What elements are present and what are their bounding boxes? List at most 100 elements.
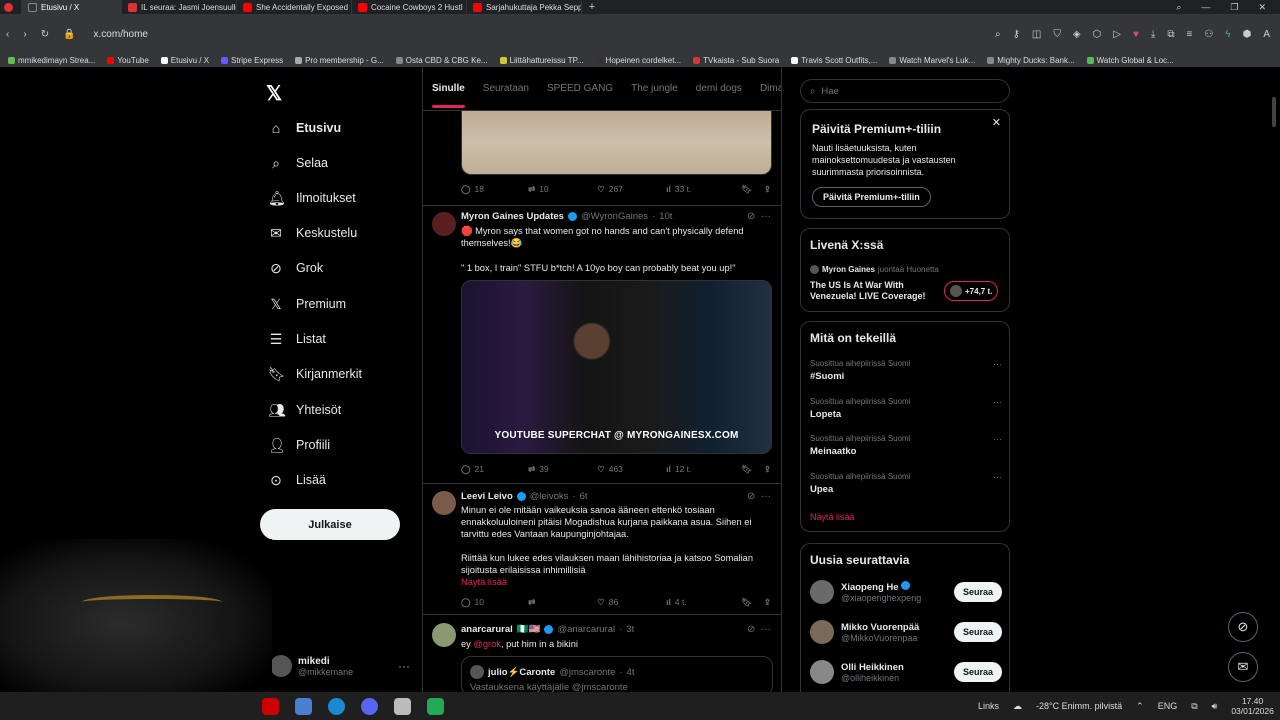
tab-for-you[interactable]: Sinulle	[432, 83, 465, 108]
more-dots-icon[interactable]: ···	[993, 359, 1002, 369]
nav-item-notifications[interactable]: 🔔︎ Ilmoitukset	[268, 186, 356, 210]
scrollbar[interactable]	[1272, 97, 1276, 127]
new-tab-plus-icon[interactable]: +	[582, 1, 602, 13]
browser-tab-youtube-2[interactable]: Cocaine Cowboys 2 Hustl	[352, 0, 467, 14]
browser-tab-youtube-3[interactable]: Sarjahukuttaja Pekka Sepp	[467, 0, 582, 14]
account-switcher[interactable]: mikedi @mikkemane ···	[270, 651, 410, 681]
browser-tab-il[interactable]: IL seuraa: Jasmi Joensuulle	[122, 0, 237, 14]
bookmark-item[interactable]: Watch Global & Loc...	[1086, 56, 1174, 65]
tab-dimas[interactable]: Dima's Di	[760, 83, 781, 94]
bookmark-item[interactable]: Travis Scott Outfits,...	[791, 56, 877, 65]
quoted-tweet[interactable]: julio⚡Caronte @jmscaronte · 4t Vastaukse…	[461, 656, 773, 692]
profile-icon[interactable]: ⚇	[1204, 29, 1213, 40]
bookmark-item[interactable]: Pro membership - G...	[295, 56, 384, 65]
like-button[interactable]: ♡ 463	[597, 464, 666, 475]
follow-button[interactable]: Seuraa	[953, 582, 1002, 602]
bookmark-item[interactable]: Etusivu / X	[160, 56, 209, 65]
avatar[interactable]	[432, 623, 456, 647]
like-button[interactable]: ♡ 86	[597, 597, 666, 608]
bookmark-item[interactable]: Mighty Ducks: Bank...	[987, 56, 1075, 65]
language-indicator[interactable]: ENG	[1158, 701, 1178, 711]
bookmark-icon[interactable]: 🔖︎	[741, 464, 752, 475]
bookmark-item[interactable]: Hopeinen cordelket...	[595, 56, 681, 65]
bookmark-icon[interactable]: 🔖︎	[741, 597, 752, 608]
grok-icon[interactable]: ⊘	[747, 491, 755, 502]
author-name[interactable]: anarcarural	[461, 624, 513, 635]
live-host[interactable]: Myron Gaines juontaa Huonetta	[810, 265, 939, 274]
nav-item-profile[interactable]: 👤︎ Profiili	[268, 433, 330, 457]
repost-button[interactable]: ⇄ 10	[528, 184, 597, 195]
show-more-link[interactable]: Näytä lisää	[461, 576, 507, 588]
reload-icon[interactable]: ↻	[41, 29, 49, 40]
nav-item-home[interactable]: ⌂ Etusivu	[268, 116, 341, 140]
opera-logo-icon[interactable]	[0, 0, 22, 14]
bookmark-item[interactable]: Watch Marvel's Luk...	[889, 56, 975, 65]
minimize-icon[interactable]: —	[1201, 2, 1210, 13]
follow-button[interactable]: Seuraa	[953, 662, 1002, 682]
views-button[interactable]: ıl 33 t.	[666, 184, 741, 194]
messages-fab-icon[interactable]: ✉	[1228, 652, 1258, 682]
grok-icon[interactable]: ⊘	[747, 624, 755, 635]
more-dots-icon[interactable]: ···	[993, 434, 1002, 444]
tweet-video[interactable]: YOUTUBE SUPERCHAT @ MYRONGAINESX.COM	[461, 280, 772, 454]
nav-item-premium[interactable]: 𝕏 Premium	[268, 292, 346, 316]
restore-icon[interactable]: ❐	[1230, 2, 1238, 13]
follow-suggestion[interactable]: Xiaopeng He @xiaopenghexpeng Seuraa	[810, 579, 1002, 605]
trend-item[interactable]: Suosittua aihepiirissä Suomi Meinaatko ·…	[810, 434, 1002, 457]
nav-item-bookmarks[interactable]: 🔖︎ Kirjanmerkit	[268, 362, 362, 386]
close-icon[interactable]: ✕	[992, 116, 1001, 129]
url-field[interactable]: x.com/home	[90, 21, 981, 47]
links-toolbar[interactable]: Links	[978, 701, 999, 711]
aria-icon[interactable]: A	[1263, 29, 1270, 40]
more-dots-icon[interactable]: ···	[761, 624, 771, 635]
more-dots-icon[interactable]: ···	[993, 397, 1002, 407]
ai-icon[interactable]: ϟ	[1225, 29, 1230, 40]
close-window-icon[interactable]: ✕	[1258, 2, 1266, 13]
tab-search-icon[interactable]: ⌕	[1176, 2, 1181, 13]
follow-suggestion[interactable]: Mikko Vuorenpää @MikkoVuorenpaa Seuraa	[810, 619, 1002, 645]
opera-app-icon[interactable]	[262, 697, 279, 715]
more-dots-icon[interactable]: ···	[993, 472, 1002, 482]
forward-icon[interactable]: ›	[23, 29, 26, 40]
grok-icon[interactable]: ⊘	[747, 211, 755, 222]
bookmark-item[interactable]: Stripe Express	[221, 56, 283, 65]
tweet-time[interactable]: 10t	[659, 211, 672, 222]
bookmark-item[interactable]: YouTube	[107, 56, 149, 65]
chevron-up-icon[interactable]: ⌃	[1136, 701, 1144, 712]
tab-the-jungle[interactable]: The jungle	[631, 83, 678, 94]
nav-item-communities[interactable]: 👥︎ Yhteisöt	[268, 398, 341, 422]
tweet[interactable]: anarcarural 🇳🇬🇺🇸 @anarcarural · 3t ⊘ ···…	[423, 615, 781, 692]
tweet-time[interactable]: 6t	[580, 491, 588, 502]
back-icon[interactable]: ‹	[6, 29, 9, 40]
lens-icon[interactable]: ⌕	[995, 29, 1001, 40]
author-name[interactable]: Myron Gaines Updates	[461, 211, 564, 222]
nav-item-lists[interactable]: ☰ Listat	[268, 327, 326, 351]
trend-item[interactable]: Suosittua aihepiirissä Suomi #Suomi ···	[810, 359, 1002, 382]
views-button[interactable]: ıl 4 t.	[666, 597, 741, 607]
trends-show-more-link[interactable]: Näytä lisää	[810, 512, 855, 522]
download-icon[interactable]: ⤓	[1151, 29, 1155, 40]
live-listeners-badge[interactable]: +74,7 t.	[944, 281, 999, 301]
tweet[interactable]: Myron Gaines Updates @WyronGaines · 10t …	[423, 206, 781, 484]
share-icon[interactable]: ⇪	[764, 597, 771, 608]
browser-tab-etusivu[interactable]: Etusivu / X	[22, 0, 122, 14]
bookmark-item[interactable]: Osta CBD & CBG Ke...	[395, 56, 488, 65]
menu-icon[interactable]: ≡	[1186, 29, 1192, 40]
tab-speed-gang[interactable]: SPEED GANG	[547, 83, 613, 94]
camera-icon[interactable]: ◫	[1032, 29, 1041, 40]
trend-item[interactable]: Suosittua aihepiirissä Suomi Upea ···	[810, 472, 1002, 495]
bookmark-item[interactable]: Liittähattureissu TP...	[499, 56, 584, 65]
heart-icon[interactable]: ♥	[1133, 29, 1139, 40]
more-dots-icon[interactable]: ···	[761, 491, 771, 502]
like-button[interactable]: ♡ 267	[597, 184, 666, 195]
app-icon[interactable]	[427, 697, 444, 715]
trend-item[interactable]: Suosittua aihepiirissä Suomi Lopeta ···	[810, 397, 1002, 420]
bookmark-item[interactable]: mmikedimayn Strea...	[8, 56, 95, 65]
premium-upgrade-button[interactable]: Päivitä Premium+-tiliin	[812, 187, 931, 207]
tweet-time[interactable]: 3t	[626, 624, 634, 635]
files-app-icon[interactable]	[295, 697, 312, 715]
x-logo-icon[interactable]: 𝕏	[266, 81, 282, 106]
follow-suggestion[interactable]: Olli Heikkinen @olliheikkinen Seuraa	[810, 659, 1002, 685]
clock[interactable]: 17.40 03/01/2026	[1231, 696, 1274, 716]
play-icon[interactable]: ▷	[1113, 29, 1121, 40]
